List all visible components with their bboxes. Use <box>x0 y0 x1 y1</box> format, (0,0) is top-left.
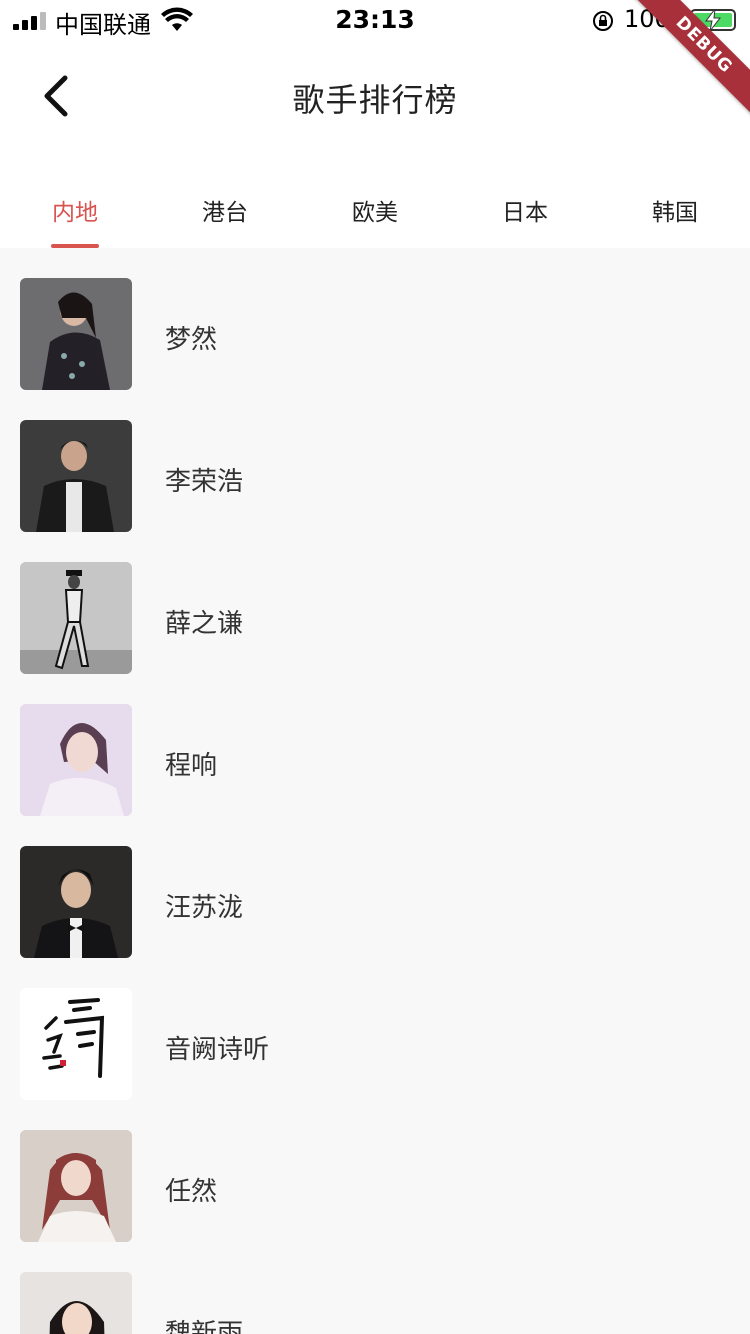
page-title: 歌手排行榜 <box>292 81 458 119</box>
singer-name: 魏新雨 <box>165 1319 244 1334</box>
avatar <box>20 278 132 390</box>
avatar <box>20 420 132 532</box>
avatar <box>20 1272 132 1334</box>
tab-label: 港台 <box>202 200 248 226</box>
tab-korea[interactable]: 韩国 <box>600 152 750 248</box>
avatar <box>20 1130 132 1242</box>
list-item[interactable]: 音阙诗听 <box>0 958 750 1100</box>
list-item[interactable]: 李荣浩 <box>0 390 750 532</box>
rotation-lock-icon <box>593 11 613 31</box>
tab-western[interactable]: 欧美 <box>300 152 450 248</box>
singer-name: 音阙诗听 <box>165 1035 270 1065</box>
status-bar: 中国联通 23:13 100% <box>0 0 750 40</box>
tab-label: 欧美 <box>352 200 398 226</box>
list-item[interactable]: 薛之谦 <box>0 532 750 674</box>
singer-name: 任然 <box>165 1177 218 1207</box>
singer-name: 汪苏泷 <box>165 893 244 923</box>
list-item[interactable]: 任然 <box>0 1100 750 1242</box>
singer-list: 梦然 李荣浩 薛之谦 程响 汪苏泷 音阙诗听 任然 魏新雨 <box>0 248 750 1334</box>
singer-name: 梦然 <box>165 325 218 355</box>
list-item[interactable]: 汪苏泷 <box>0 816 750 958</box>
tab-label: 日本 <box>502 200 548 226</box>
tab-japan[interactable]: 日本 <box>450 152 600 248</box>
avatar <box>20 704 132 816</box>
avatar <box>20 988 132 1100</box>
tab-mainland[interactable]: 内地 <box>0 152 150 248</box>
list-item[interactable]: 梦然 <box>0 248 750 390</box>
app-header: 歌手排行榜 <box>0 40 750 152</box>
tab-label: 韩国 <box>652 200 698 226</box>
singer-name: 程响 <box>165 751 218 781</box>
singer-name: 李荣浩 <box>165 467 244 497</box>
avatar <box>20 846 132 958</box>
avatar <box>20 562 132 674</box>
list-item[interactable]: 魏新雨 <box>0 1242 750 1334</box>
tab-label: 内地 <box>52 200 98 226</box>
list-item[interactable]: 程响 <box>0 674 750 816</box>
region-tabs: 内地 港台 欧美 日本 韩国 <box>0 152 750 248</box>
tab-hk-tw[interactable]: 港台 <box>150 152 300 248</box>
singer-name: 薛之谦 <box>165 609 244 639</box>
screen: 中国联通 23:13 100% 歌手排行榜 内地 <box>0 0 750 1334</box>
